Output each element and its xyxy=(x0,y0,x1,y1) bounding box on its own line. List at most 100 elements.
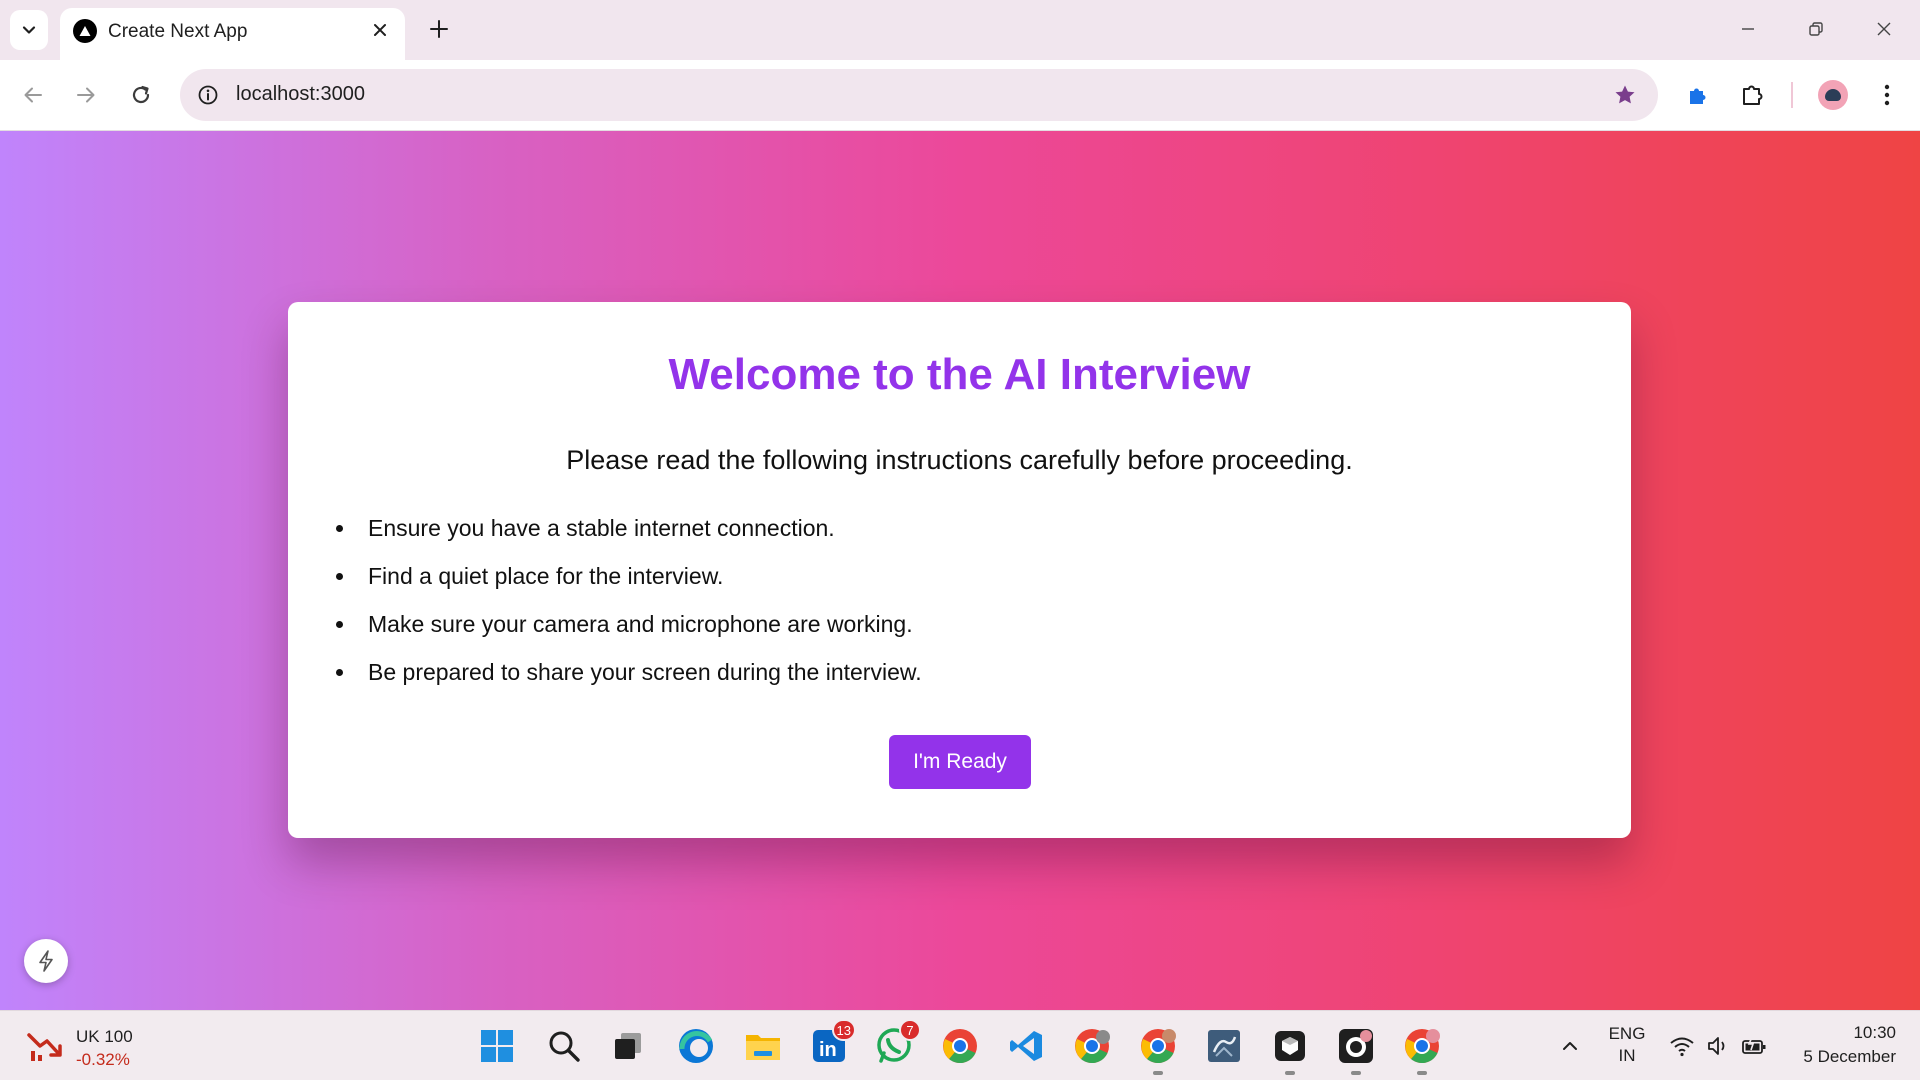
arrow-right-icon xyxy=(77,87,95,103)
start-button[interactable] xyxy=(474,1023,520,1069)
address-bar[interactable]: localhost:3000 xyxy=(180,69,1658,121)
language-code: ENG xyxy=(1608,1024,1646,1043)
info-icon xyxy=(198,85,218,105)
wifi-status[interactable] xyxy=(1664,1023,1700,1069)
close-icon xyxy=(374,24,386,36)
nextjs-triangle-icon xyxy=(73,19,97,43)
profile-avatar-button[interactable] xyxy=(1818,80,1848,110)
taskbar-search-button[interactable] xyxy=(541,1023,587,1069)
extension-button[interactable] xyxy=(1679,76,1717,114)
task-view-button[interactable] xyxy=(605,1023,651,1069)
ready-button[interactable]: I'm Ready xyxy=(889,735,1031,789)
list-item: Make sure your camera and microphone are… xyxy=(336,610,922,658)
bullet-icon xyxy=(336,669,343,676)
chrome-app[interactable] xyxy=(937,1023,983,1069)
browser-tabstrip: Create Next App xyxy=(0,0,1920,60)
edge-icon xyxy=(679,1029,713,1063)
new-tab-button[interactable] xyxy=(424,14,454,44)
running-indicator xyxy=(1417,1071,1427,1075)
file-explorer-icon xyxy=(746,1035,780,1060)
bullet-icon xyxy=(336,573,343,580)
nextjs-dev-indicator-button[interactable] xyxy=(24,939,68,983)
restore-button[interactable] xyxy=(1794,10,1838,48)
running-indicator xyxy=(1351,1071,1361,1075)
whatsapp-app[interactable]: 7 xyxy=(871,1019,921,1069)
linkedin-app[interactable]: in 13 xyxy=(806,1019,856,1069)
instructions-list: Ensure you have a stable internet connec… xyxy=(336,514,922,706)
bullet-icon xyxy=(336,525,343,532)
stock-name: UK 100 xyxy=(76,1027,133,1046)
reload-icon xyxy=(132,85,150,104)
chevron-up-icon xyxy=(1563,1042,1577,1050)
speaker-icon xyxy=(1708,1037,1725,1055)
running-indicator xyxy=(1153,1071,1163,1075)
star-icon xyxy=(1615,85,1635,104)
wifi-icon xyxy=(1670,1037,1694,1057)
search-icon xyxy=(549,1031,580,1062)
chrome-profile-app[interactable] xyxy=(1069,1023,1115,1069)
show-hidden-icons-button[interactable] xyxy=(1547,1023,1593,1069)
browser-toolbar: localhost:3000 xyxy=(0,60,1920,131)
instruction-text: Ensure you have a stable internet connec… xyxy=(368,515,835,541)
language-indicator[interactable]: ENG IN xyxy=(1598,1023,1656,1067)
avatar-icon xyxy=(1825,89,1841,101)
instruction-text: Find a quiet place for the interview. xyxy=(368,563,724,589)
chrome-profile-icon xyxy=(1075,1029,1110,1064)
tab-title: Create Next App xyxy=(108,21,248,42)
puzzle-blue-icon xyxy=(1690,88,1706,104)
forward-button[interactable] xyxy=(67,76,105,114)
cube-app-icon xyxy=(1275,1031,1305,1061)
github-app[interactable] xyxy=(1333,1023,1379,1075)
taskbar-clock[interactable]: 10:30 5 December xyxy=(1803,1021,1896,1069)
site-info-button[interactable] xyxy=(192,79,224,111)
chrome-profile-app[interactable] xyxy=(1399,1023,1445,1075)
lightning-icon xyxy=(39,950,53,972)
github-icon xyxy=(1339,1029,1373,1063)
browser-tab[interactable]: Create Next App xyxy=(60,8,405,60)
battery-charging-icon xyxy=(1742,1036,1766,1054)
svg-text:in: in xyxy=(819,1039,837,1061)
minimize-icon xyxy=(1742,28,1754,30)
mysql-workbench-app[interactable] xyxy=(1201,1023,1247,1069)
battery-status[interactable] xyxy=(1736,1023,1772,1069)
browser-menu-button[interactable] xyxy=(1868,76,1906,114)
instruction-text: Be prepared to share your screen during … xyxy=(368,659,922,685)
file-explorer-app[interactable] xyxy=(740,1023,786,1069)
list-item: Find a quiet place for the interview. xyxy=(336,562,922,610)
toolbar-divider xyxy=(1791,82,1793,108)
bullet-icon xyxy=(336,621,343,628)
puzzle-icon xyxy=(1743,85,1763,105)
chrome-icon xyxy=(943,1029,977,1064)
chrome-profile-app[interactable] xyxy=(1135,1023,1181,1075)
tab-close-button[interactable] xyxy=(367,17,393,43)
cube-app[interactable] xyxy=(1267,1023,1313,1075)
volume-status[interactable] xyxy=(1700,1023,1736,1069)
restore-icon xyxy=(1809,22,1823,36)
stock-down-icon xyxy=(27,1033,62,1061)
clock-date: 5 December xyxy=(1803,1047,1896,1066)
bookmark-button[interactable] xyxy=(1610,80,1640,110)
running-indicator xyxy=(1285,1071,1295,1075)
tab-search-button[interactable] xyxy=(10,10,48,50)
chrome-profile-icon xyxy=(1141,1029,1176,1064)
notification-badge: 7 xyxy=(899,1019,921,1041)
windows-taskbar: UK 100 -0.32% in 13 7 ENG IN 10:30 5 Dec… xyxy=(0,1010,1920,1080)
edge-app[interactable] xyxy=(673,1023,719,1069)
page-title: Welcome to the AI Interview xyxy=(668,350,1251,399)
plus-icon xyxy=(430,20,448,38)
extensions-menu-button[interactable] xyxy=(1734,76,1772,114)
notification-badge: 13 xyxy=(831,1019,856,1041)
mysql-workbench-icon xyxy=(1208,1030,1240,1062)
window-close-button[interactable] xyxy=(1862,10,1906,48)
clock-time: 10:30 xyxy=(1853,1023,1896,1042)
vscode-app[interactable] xyxy=(1003,1023,1049,1069)
start-icon xyxy=(481,1030,513,1062)
minimize-button[interactable] xyxy=(1726,10,1770,48)
back-button[interactable] xyxy=(14,76,52,114)
reload-button[interactable] xyxy=(122,76,160,114)
url-text[interactable]: localhost:3000 xyxy=(236,83,365,106)
chrome-profile-icon xyxy=(1405,1029,1440,1064)
page-subtitle: Please read the following instructions c… xyxy=(566,445,1353,475)
task-view-icon xyxy=(615,1033,641,1059)
list-item: Be prepared to share your screen during … xyxy=(336,658,922,706)
